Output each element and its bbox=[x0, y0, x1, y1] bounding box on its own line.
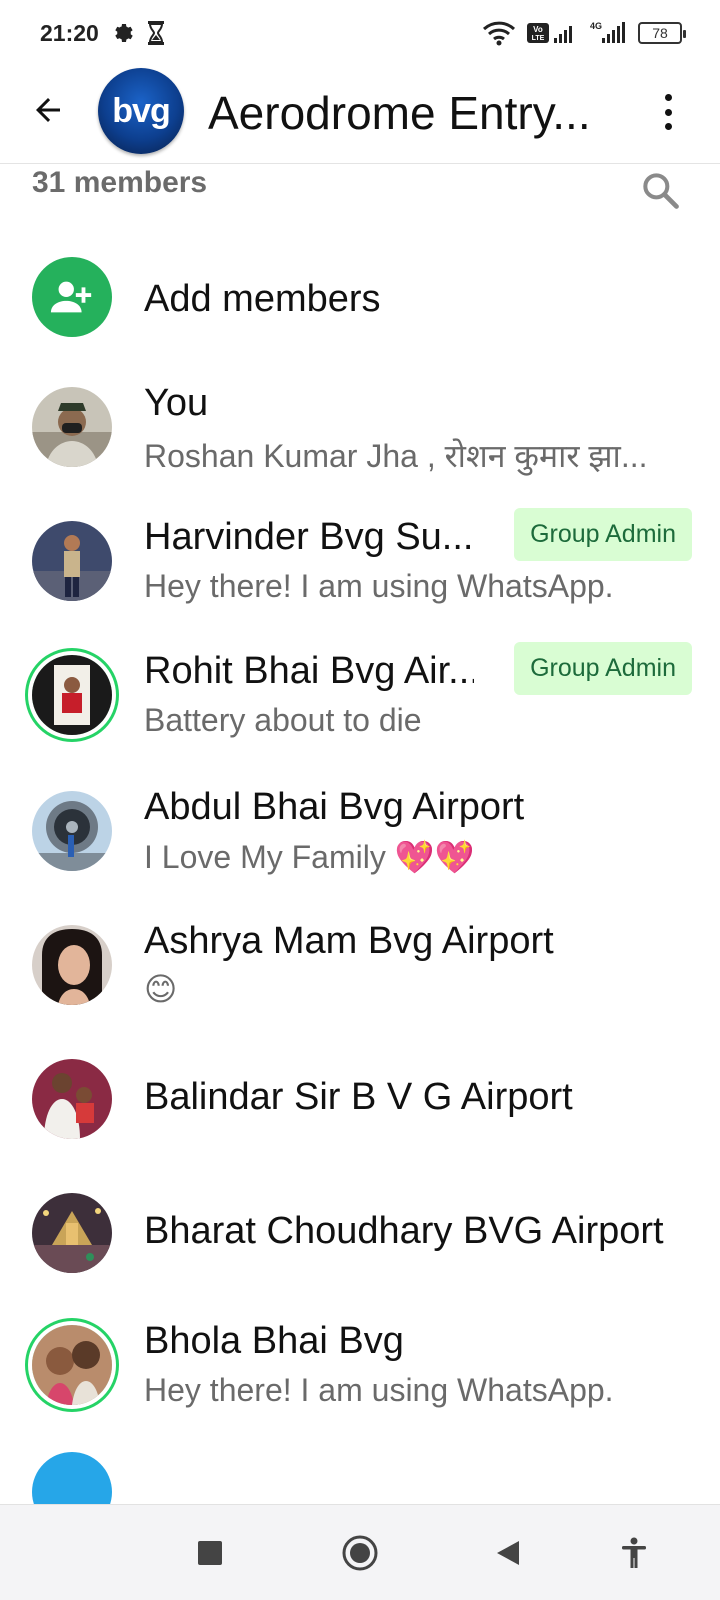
search-members-button[interactable] bbox=[638, 168, 682, 212]
member-name: Bharat Choudhary BVG Airport bbox=[144, 1210, 664, 1252]
member-row[interactable]: Abdul Bhai Bvg Airport I Love My Family … bbox=[0, 766, 720, 896]
recents-button[interactable] bbox=[186, 1529, 234, 1577]
member-name: Rohit Bhai Bvg Air... bbox=[144, 650, 474, 692]
member-about: Roshan Kumar Jha , रोशन कुमार झा... bbox=[144, 438, 648, 474]
member-row[interactable]: Rohit Bhai Bvg Air... Battery about to d… bbox=[0, 630, 720, 760]
member-row[interactable]: Bharat Choudhary BVG Airport bbox=[0, 1168, 720, 1298]
member-name: Abdul Bhai Bvg Airport bbox=[144, 786, 525, 828]
signal-4g-icon: 4G bbox=[590, 21, 625, 43]
avatar bbox=[32, 387, 112, 467]
battery-icon: 78 bbox=[638, 22, 686, 44]
member-name: Harvinder Bvg Su... bbox=[144, 516, 474, 558]
accessibility-icon bbox=[622, 1537, 646, 1568]
avatar bbox=[32, 925, 112, 1005]
member-row[interactable]: Ashrya Mam Bvg Airport 😊 bbox=[0, 900, 720, 1030]
add-members-icon-circle[interactable] bbox=[32, 257, 112, 337]
member-name: Balindar Sir B V G Airport bbox=[144, 1076, 573, 1118]
member-about: Hey there! I am using WhatsApp. bbox=[144, 1372, 614, 1408]
svg-text:Vo: Vo bbox=[533, 25, 543, 34]
more-vert-icon bbox=[664, 94, 672, 101]
add-members-label[interactable]: Add members bbox=[144, 278, 381, 321]
group-admin-badge: Group Admin bbox=[514, 642, 692, 695]
back-nav-button[interactable] bbox=[484, 1529, 532, 1577]
avatar bbox=[32, 521, 112, 601]
member-about: Hey there! I am using WhatsApp. bbox=[144, 568, 614, 604]
battery-level: 78 bbox=[652, 25, 668, 41]
add-person-icon bbox=[50, 281, 92, 313]
member-name: Bhola Bhai Bvg bbox=[144, 1320, 404, 1362]
accessibility-button[interactable] bbox=[610, 1529, 658, 1577]
member-name: Ashrya Mam Bvg Airport bbox=[144, 920, 554, 962]
volte-icon: Vo LTE bbox=[527, 23, 572, 43]
member-row[interactable]: Balindar Sir B V G Airport bbox=[0, 1034, 720, 1164]
member-about: 😊 bbox=[144, 971, 178, 1007]
hourglass-icon bbox=[148, 21, 164, 45]
avatar bbox=[32, 1193, 112, 1273]
member-row[interactable]: You Roshan Kumar Jha , रोशन कुमार झा... bbox=[0, 362, 720, 492]
avatar bbox=[32, 1325, 112, 1405]
status-bar: 21:20 Vo LTE 4G 78 bbox=[0, 0, 720, 68]
avatar bbox=[32, 655, 112, 735]
back-arrow-icon bbox=[36, 98, 60, 122]
back-triangle-icon bbox=[497, 1541, 519, 1565]
member-row[interactable]: Harvinder Bvg Su... Hey there! I am usin… bbox=[0, 496, 720, 626]
more-options-button[interactable] bbox=[656, 90, 680, 134]
status-right-icons: Vo LTE 4G 78 bbox=[482, 20, 686, 46]
recents-square-icon bbox=[198, 1541, 222, 1565]
gear-icon bbox=[115, 24, 133, 42]
status-left-icons bbox=[112, 20, 166, 46]
group-avatar[interactable]: bvg bbox=[98, 68, 184, 154]
group-admin-badge: Group Admin bbox=[514, 508, 692, 561]
member-about: Battery about to die bbox=[144, 702, 422, 738]
system-nav-bar bbox=[0, 1504, 720, 1600]
app-header: bvg Aerodrome Entry... bbox=[0, 68, 720, 164]
home-circle-icon bbox=[342, 1535, 378, 1571]
members-count: 31 members bbox=[32, 166, 208, 199]
search-icon bbox=[643, 173, 679, 209]
back-button[interactable] bbox=[24, 86, 72, 134]
status-time: 21:20 bbox=[40, 20, 99, 46]
wifi-icon bbox=[482, 21, 516, 46]
svg-text:4G: 4G bbox=[590, 21, 602, 31]
group-avatar-logo-text: bvg bbox=[112, 91, 170, 130]
svg-text:LTE: LTE bbox=[532, 35, 545, 42]
member-name: You bbox=[144, 382, 209, 424]
member-about: I Love My Family 💖💖 bbox=[144, 839, 475, 875]
avatar bbox=[32, 1059, 112, 1139]
avatar bbox=[32, 791, 112, 871]
group-title[interactable]: Aerodrome Entry... bbox=[208, 86, 628, 140]
member-row[interactable]: Bhola Bhai Bvg Hey there! I am using Wha… bbox=[0, 1300, 720, 1430]
home-button[interactable] bbox=[336, 1529, 384, 1577]
